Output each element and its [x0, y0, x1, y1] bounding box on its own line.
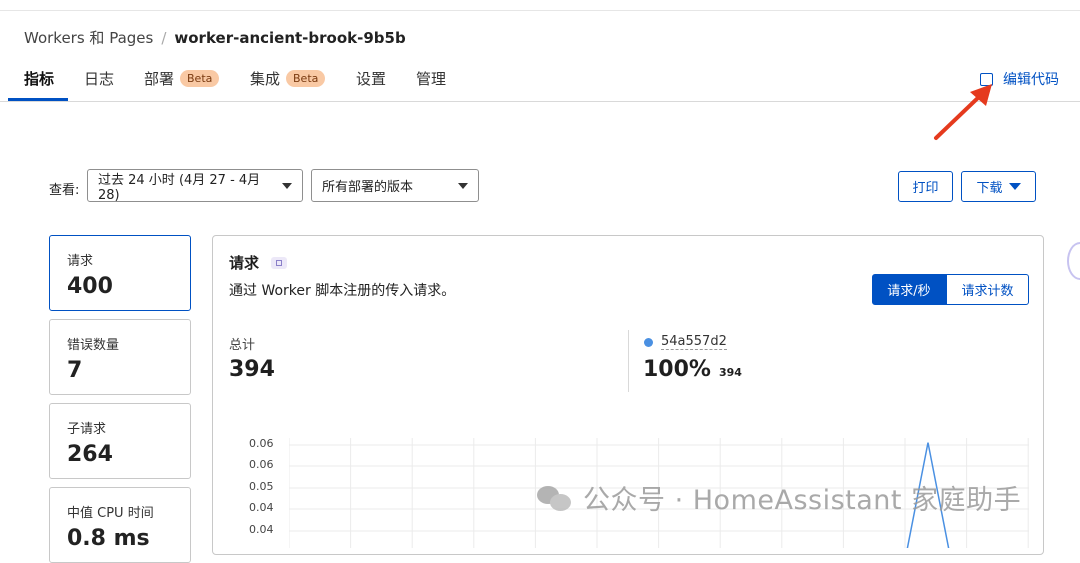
chevron-down-icon: [458, 182, 468, 189]
print-button[interactable]: 打印: [898, 171, 953, 202]
version-percent: 100%: [643, 357, 711, 382]
y-tick-label: 0.04: [249, 523, 274, 536]
tab-logs[interactable]: 日志: [84, 68, 114, 89]
tab-label: 部署: [144, 70, 175, 88]
metric-card-errors[interactable]: 错误数量 7: [49, 319, 191, 395]
metric-value: 0.8 ms: [67, 526, 150, 551]
red-arrow-annotation: [934, 84, 992, 140]
toggle-request-count[interactable]: 请求计数: [946, 274, 1029, 305]
version-name[interactable]: 54a557d2: [661, 334, 727, 350]
beta-badge: Beta: [286, 70, 326, 87]
tab-label: 日志: [84, 70, 115, 88]
print-label: 打印: [912, 181, 939, 196]
tab-deployments[interactable]: 部署 Beta: [144, 68, 220, 89]
version-legend: 54a557d2: [644, 334, 727, 350]
version-share: 100% 394: [643, 357, 742, 382]
chevron-down-icon: [1008, 183, 1021, 190]
series-dot: [644, 337, 653, 347]
chevron-down-icon: [282, 182, 292, 189]
toggle-requests-per-second[interactable]: 请求/秒: [872, 274, 946, 305]
panel-title: 请求: [229, 252, 288, 273]
stats-divider: [628, 330, 629, 392]
total-label: 总计: [229, 338, 256, 353]
tab-label: 设置: [356, 70, 387, 88]
versions-value: 所有部署的版本: [322, 180, 414, 195]
metric-card-requests[interactable]: 请求 400: [49, 235, 191, 311]
edit-code-label: 编辑代码: [1003, 72, 1059, 88]
total-value: 394: [229, 357, 275, 382]
view-label: 查看:: [49, 183, 80, 198]
tab-manage[interactable]: 管理: [416, 68, 446, 89]
y-tick-label: 0.04: [249, 501, 274, 514]
metric-label: 错误数量: [67, 338, 120, 353]
docs-icon[interactable]: [271, 256, 288, 269]
versions-select[interactable]: 所有部署的版本: [311, 169, 479, 202]
breadcrumb-current: worker-ancient-brook-9b5b: [174, 28, 406, 47]
y-tick-label: 0.06: [249, 458, 274, 471]
metric-label: 请求: [67, 254, 94, 269]
breadcrumb-parent[interactable]: Workers 和 Pages: [24, 27, 153, 48]
metric-label: 中值 CPU 时间: [67, 506, 154, 521]
tab-label: 集成: [250, 70, 281, 88]
metric-label: 子请求: [67, 422, 107, 437]
breadcrumb-separator: /: [161, 28, 167, 47]
panel-description: 通过 Worker 脚本注册的传入请求。: [229, 283, 456, 299]
breadcrumb: Workers 和 Pages / worker-ancient-brook-9…: [24, 27, 406, 48]
metric-value: 7: [67, 358, 83, 383]
watermark: 公众号 · HomeAssistant 家庭助手: [537, 478, 1021, 517]
tab-label: 指标: [24, 70, 55, 88]
y-tick-label: 0.06: [249, 437, 274, 450]
metric-value: 264: [67, 442, 113, 467]
time-range-value: 过去 24 小时 (4月 27 - 4月 28): [98, 172, 261, 203]
active-tab-indicator: [8, 98, 68, 101]
tab-integrations[interactable]: 集成 Beta: [250, 68, 326, 89]
download-label: 下载: [976, 181, 1003, 196]
panel-title-text: 请求: [229, 254, 260, 272]
time-range-select[interactable]: 过去 24 小时 (4月 27 - 4月 28): [87, 169, 303, 203]
tab-metrics[interactable]: 指标: [24, 68, 54, 89]
wechat-icon: [537, 483, 573, 513]
tab-bar: 指标 日志 部署 Beta 集成 Beta 设置 管理: [0, 60, 1080, 102]
top-divider: [0, 0, 1080, 11]
tab-label: 管理: [416, 70, 447, 88]
beta-badge: Beta: [180, 70, 220, 87]
version-count: 394: [718, 366, 742, 379]
metric-value: 400: [67, 274, 113, 299]
download-button[interactable]: 下载: [961, 171, 1036, 202]
metric-card-cpu-time[interactable]: 中值 CPU 时间 0.8 ms: [49, 487, 191, 563]
metric-card-subrequests[interactable]: 子请求 264: [49, 403, 191, 479]
y-tick-label: 0.05: [249, 480, 274, 493]
tab-settings[interactable]: 设置: [356, 68, 386, 89]
watermark-text: 公众号 · HomeAssistant 家庭助手: [583, 485, 1022, 516]
floating-assistant-icon[interactable]: [1067, 242, 1080, 280]
